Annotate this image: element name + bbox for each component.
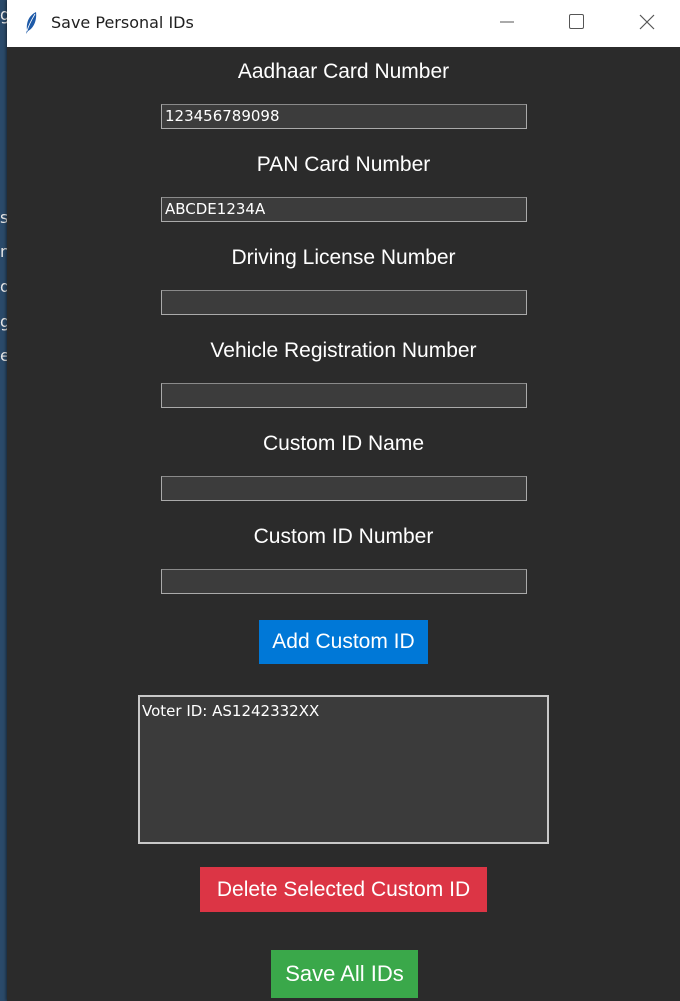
- app-window: Save Personal IDs Aadhaar Card Number 12…: [7, 0, 680, 1001]
- pan-input[interactable]: ABCDE1234A: [161, 197, 527, 222]
- custom-id-number-input[interactable]: [161, 569, 527, 594]
- minimize-button[interactable]: [477, 0, 537, 47]
- save-all-button[interactable]: Save All IDs: [271, 950, 418, 998]
- close-icon: [639, 14, 655, 34]
- driving-license-input[interactable]: [161, 290, 527, 315]
- pan-label: PAN Card Number: [256, 153, 431, 176]
- minimize-icon: [500, 14, 514, 33]
- custom-id-list[interactable]: Voter ID: AS1242332XX: [138, 695, 549, 844]
- add-custom-id-button[interactable]: Add Custom ID: [259, 620, 428, 664]
- custom-id-number-label: Custom ID Number: [253, 525, 434, 548]
- title-bar[interactable]: Save Personal IDs: [7, 0, 680, 47]
- aadhaar-label: Aadhaar Card Number: [237, 60, 450, 83]
- vehicle-registration-label: Vehicle Registration Number: [210, 339, 477, 362]
- vehicle-registration-input[interactable]: [161, 383, 527, 408]
- aadhaar-input[interactable]: 123456789098: [161, 104, 527, 129]
- list-item[interactable]: Voter ID: AS1242332XX: [142, 702, 319, 720]
- custom-id-name-label: Custom ID Name: [262, 432, 425, 455]
- driving-license-label: Driving License Number: [231, 246, 456, 269]
- form-area: Aadhaar Card Number 123456789098 PAN Car…: [7, 47, 680, 1001]
- delete-custom-id-button[interactable]: Delete Selected Custom ID: [200, 867, 487, 912]
- maximize-icon: [568, 14, 584, 33]
- close-button[interactable]: [617, 0, 677, 47]
- maximize-button[interactable]: [546, 0, 606, 47]
- feather-icon: [23, 11, 39, 35]
- custom-id-name-input[interactable]: [161, 476, 527, 501]
- window-title: Save Personal IDs: [51, 13, 194, 32]
